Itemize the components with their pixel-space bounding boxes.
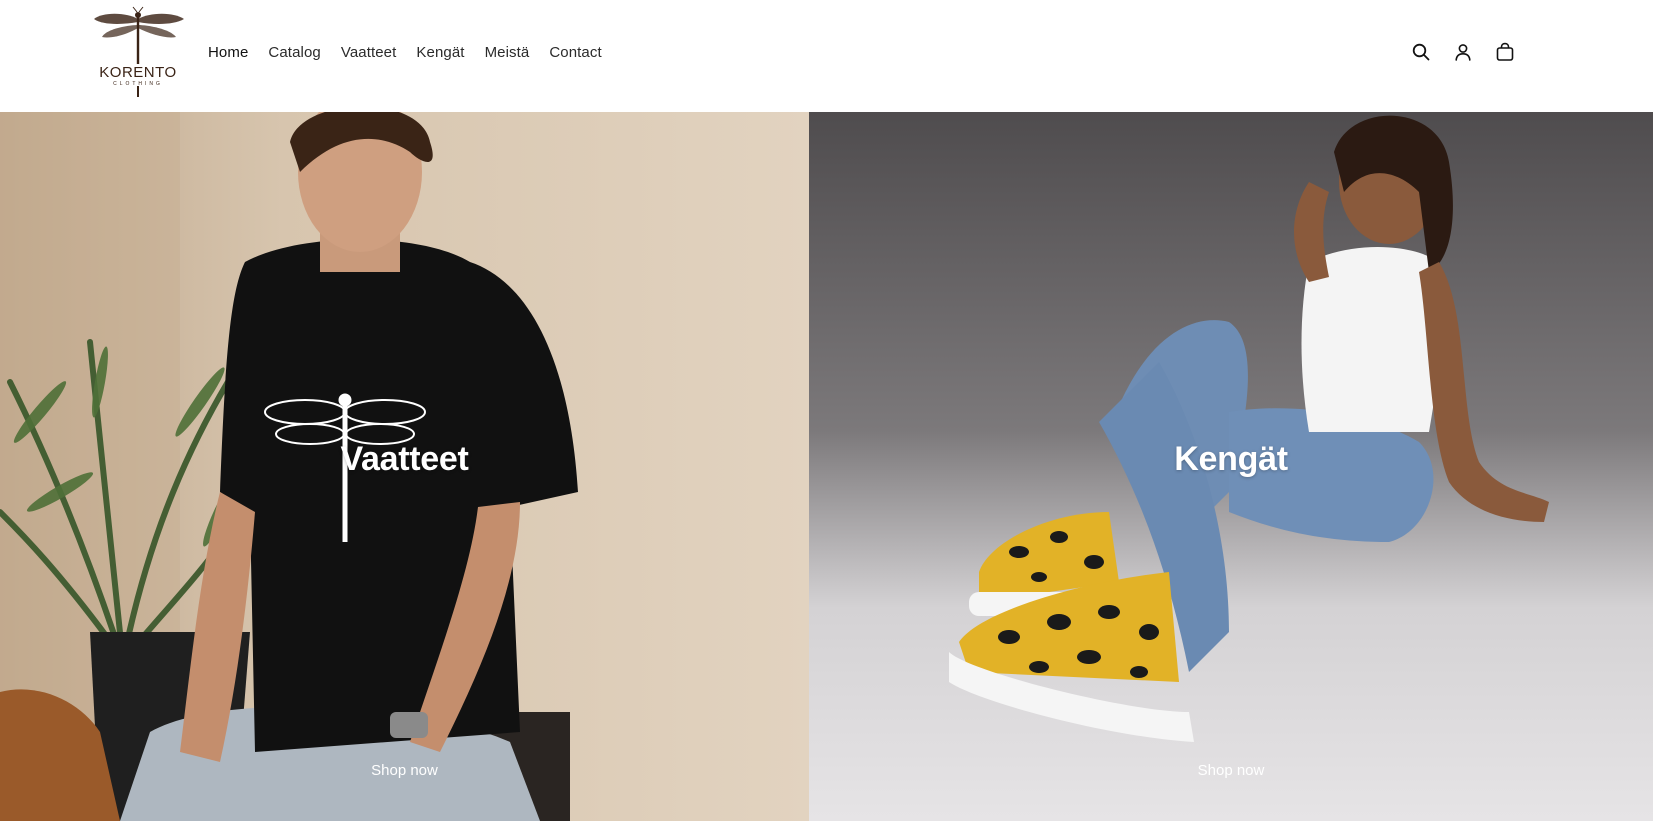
collection-card-vaatteet[interactable]: Vaatteet Shop now	[0, 112, 809, 821]
nav-item-contact[interactable]: Contact	[539, 40, 611, 65]
main-nav: Home Catalog Vaatteet Kengät Meistä Cont…	[198, 40, 612, 65]
nav-item-catalog[interactable]: Catalog	[258, 40, 330, 65]
collection-split-hero: Vaatteet Shop now Kengät Shop now	[0, 112, 1653, 821]
nav-item-vaatteet[interactable]: Vaatteet	[331, 40, 407, 65]
search-icon	[1412, 43, 1430, 61]
collection-title-vaatteet: Vaatteet	[340, 440, 469, 478]
nav-item-meista[interactable]: Meistä	[475, 40, 540, 65]
search-button[interactable]	[1407, 36, 1435, 68]
dragonfly-logo-icon: KORENTO CLOTHING	[94, 6, 184, 97]
cart-icon	[1496, 42, 1514, 61]
nav-item-kengat[interactable]: Kengät	[406, 40, 474, 65]
nav-item-home[interactable]: Home	[198, 40, 258, 65]
shop-now-link-kengat[interactable]: Shop now	[1198, 762, 1265, 779]
collection-title-kengat: Kengät	[1174, 440, 1288, 478]
brand-tagline: CLOTHING	[113, 81, 163, 87]
collection-card-kengat[interactable]: Kengät Shop now	[809, 112, 1653, 821]
brand-name: KORENTO	[99, 64, 176, 81]
collection-cta-vaatteet-wrap: Shop now	[0, 762, 809, 780]
brand-logo[interactable]: KORENTO CLOTHING	[92, 6, 186, 98]
cart-button[interactable]	[1491, 36, 1519, 68]
account-icon	[1455, 44, 1471, 61]
account-button[interactable]	[1449, 36, 1477, 68]
shop-now-link-vaatteet[interactable]: Shop now	[371, 762, 438, 779]
site-header: KORENTO CLOTHING Home Catalog Vaatteet K…	[0, 0, 1653, 112]
collection-cta-kengat-wrap: Shop now	[809, 762, 1653, 780]
header-icons	[1407, 36, 1519, 68]
